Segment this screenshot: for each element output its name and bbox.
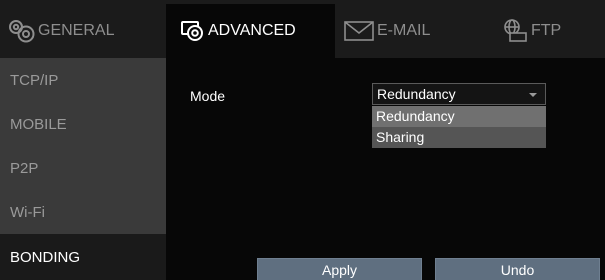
gear-icon [6, 18, 36, 44]
chevron-down-icon [529, 93, 537, 97]
tab-advanced[interactable]: ADVANCED [166, 4, 335, 58]
sidebar-item-tcpip[interactable]: TCP/IP [0, 58, 166, 102]
tab-general-label: GENERAL [38, 22, 115, 39]
option-redundancy[interactable]: Redundancy [372, 106, 546, 127]
apply-button[interactable]: Apply [257, 258, 422, 280]
tab-ftp[interactable]: FTP [471, 4, 605, 58]
sidebar-item-mobile[interactable]: MOBILE [0, 102, 166, 146]
sidebar: TCP/IP MOBILE P2P Wi-Fi BONDING [0, 58, 166, 280]
settings-panel: Mode Redundancy Redundancy Sharing Apply… [166, 58, 605, 280]
sidebar-item-label: TCP/IP [10, 71, 59, 89]
tab-email[interactable]: E-MAIL [335, 4, 471, 58]
sidebar-item-bonding[interactable]: BONDING [0, 234, 166, 280]
envelope-icon [343, 20, 375, 42]
sidebar-item-label: P2P [10, 159, 39, 177]
top-tab-bar: GENERAL ADVANCED E-MAIL FTP [0, 0, 605, 58]
globe-folder-icon [501, 18, 529, 44]
mode-select[interactable]: Redundancy [372, 83, 546, 105]
sidebar-item-label: Wi-Fi [10, 203, 45, 221]
gear-window-icon [180, 18, 206, 44]
option-sharing[interactable]: Sharing [372, 127, 546, 148]
tab-email-label: E-MAIL [377, 22, 431, 39]
sidebar-item-label: MOBILE [10, 115, 67, 133]
undo-button[interactable]: Undo [435, 258, 600, 280]
sidebar-item-p2p[interactable]: P2P [0, 146, 166, 190]
tab-general[interactable]: GENERAL [0, 4, 166, 58]
mode-label: Mode [190, 88, 226, 104]
sidebar-item-wifi[interactable]: Wi-Fi [0, 190, 166, 234]
tab-ftp-label: FTP [531, 22, 562, 39]
mode-dropdown-list: Redundancy Sharing [372, 106, 546, 148]
mode-select-value: Redundancy [377, 86, 456, 102]
tab-advanced-label: ADVANCED [208, 22, 296, 39]
sidebar-item-label: BONDING [10, 248, 81, 266]
